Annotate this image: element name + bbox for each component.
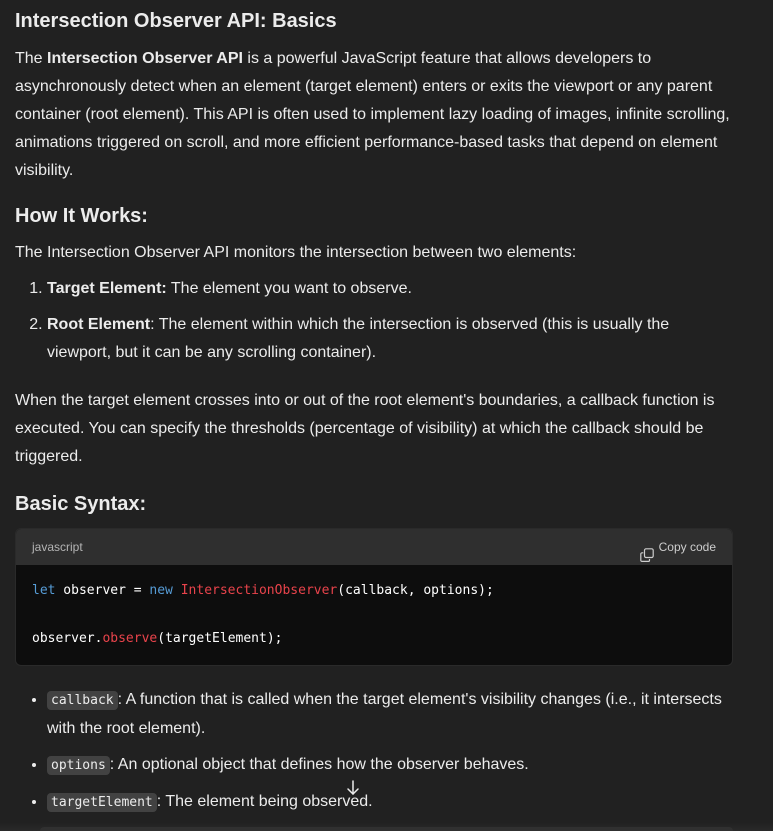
list-item: Target Element: The element you want to … xyxy=(47,275,735,303)
code-line: let observer = new IntersectionObserver(… xyxy=(32,579,716,603)
code-text: (callback, options); xyxy=(337,583,494,598)
code-text: observer. xyxy=(32,631,103,646)
basic-syntax-heading: Basic Syntax: xyxy=(15,493,147,515)
intro-paragraph: The Intersection Observer API is a power… xyxy=(15,45,735,185)
intro-bold: Intersection Observer API xyxy=(47,50,243,67)
page-title: Intersection Observer API: Basics xyxy=(15,10,337,32)
arrow-down-icon[interactable] xyxy=(343,778,363,798)
list-item-text: : A function that is called when the tar… xyxy=(47,691,722,737)
copy-code-label: Copy code xyxy=(658,540,716,554)
code-block: javascript Copy code let observer = new … xyxy=(15,528,733,666)
intro-rest: is a powerful JavaScript feature that al… xyxy=(15,50,730,179)
chat-message-content: Intersection Observer API: Basics The In… xyxy=(15,0,735,817)
list-item-text: : An optional object that defines how th… xyxy=(109,756,529,773)
code-language-label: javascript xyxy=(32,540,83,554)
inline-code: callback xyxy=(47,691,118,710)
list-item: Root Element: The element within which t… xyxy=(47,311,735,367)
composer-edge xyxy=(40,827,733,831)
list-item-text: : The element being observed. xyxy=(156,793,373,810)
code-header: javascript Copy code xyxy=(16,529,732,565)
inline-code: targetElement xyxy=(47,793,157,812)
code-keyword: new xyxy=(149,583,173,598)
code-function: observe xyxy=(102,631,158,646)
code-line: observer.observe(targetElement); xyxy=(32,627,716,651)
list-item-bold: Root Element xyxy=(47,316,151,333)
parameters-list: callback: A function that is called when… xyxy=(15,686,735,817)
list-item: options: An optional object that defines… xyxy=(47,751,735,780)
list-item: targetElement: The element being observe… xyxy=(47,788,735,817)
copy-code-button[interactable]: Copy code xyxy=(639,529,716,565)
list-item: callback: A function that is called when… xyxy=(47,686,735,743)
list-item-text: The element you want to observe. xyxy=(166,280,412,297)
how-it-works-heading: How It Works: xyxy=(15,205,148,227)
code-text: (targetElement); xyxy=(157,631,283,646)
elements-list: Target Element: The element you want to … xyxy=(15,275,735,367)
code-keyword: let xyxy=(32,583,56,598)
callback-paragraph: When the target element crosses into or … xyxy=(15,392,715,465)
monitors-paragraph: The Intersection Observer API monitors t… xyxy=(15,244,577,261)
code-function: IntersectionObserver xyxy=(180,583,338,598)
inline-code: options xyxy=(47,756,110,775)
list-item-bold: Target Element: xyxy=(47,280,167,297)
copy-icon xyxy=(639,540,654,562)
code-body: let observer = new IntersectionObserver(… xyxy=(16,565,732,665)
code-text: observer = xyxy=(55,583,150,598)
intro-prefix: The xyxy=(15,50,48,67)
